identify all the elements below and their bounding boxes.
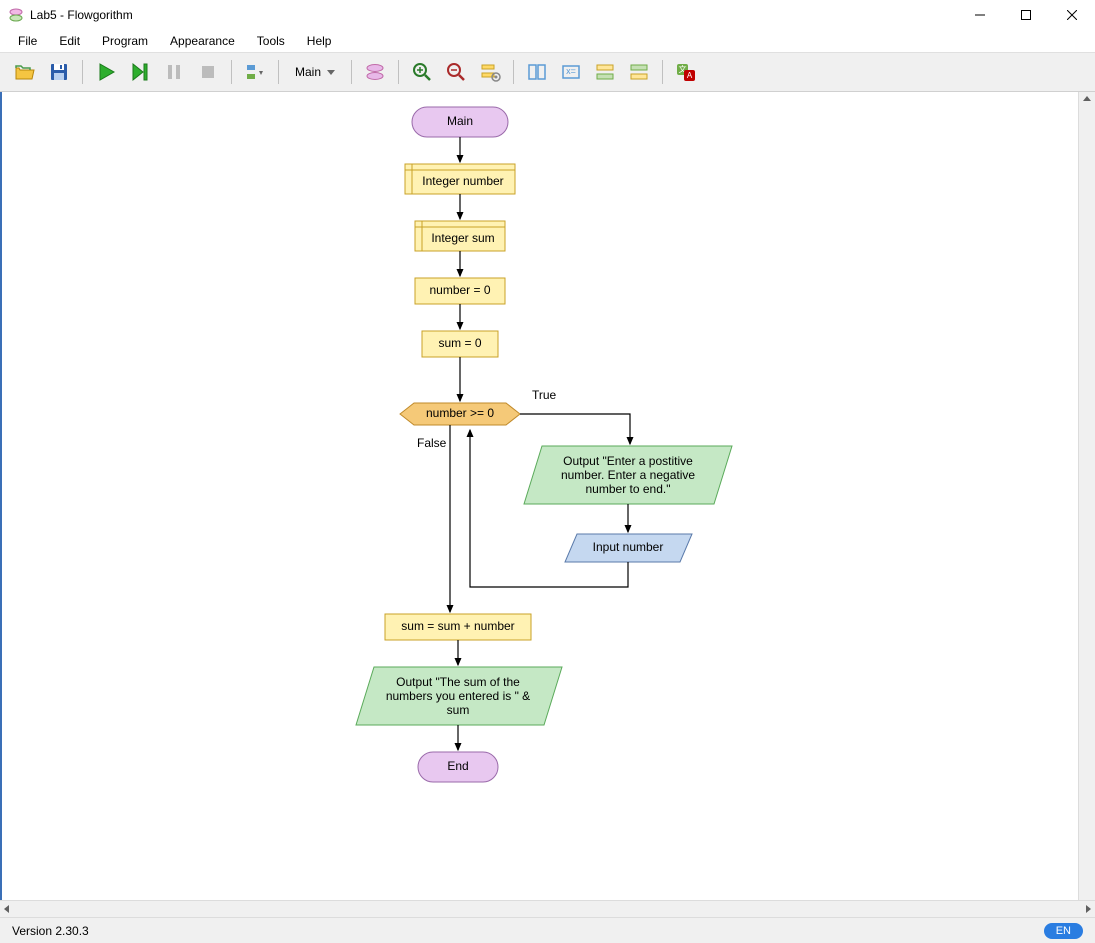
false-label: False: [417, 436, 447, 450]
tool-panel2-button[interactable]: [590, 57, 620, 87]
separator: [662, 60, 663, 84]
separator: [351, 60, 352, 84]
menu-program[interactable]: Program: [92, 32, 158, 50]
menu-edit[interactable]: Edit: [49, 32, 90, 50]
node-assign-sum2-label: sum = sum + number: [401, 619, 514, 633]
flowchart-svg: Main Integer number Integer sum number =…: [2, 92, 1062, 892]
layout-dropdown-button[interactable]: [240, 57, 270, 87]
svg-text:x=: x=: [566, 66, 576, 76]
close-button[interactable]: [1049, 0, 1095, 30]
run-button[interactable]: [91, 57, 121, 87]
tool-translate-button[interactable]: 文A: [671, 57, 701, 87]
vertical-scrollbar[interactable]: [1078, 92, 1095, 900]
scroll-up-icon: [1083, 96, 1091, 101]
separator: [398, 60, 399, 84]
node-start-label: Main: [447, 114, 473, 128]
scroll-right-icon: [1086, 905, 1091, 913]
add-function-button[interactable]: [360, 57, 390, 87]
menu-appearance[interactable]: Appearance: [160, 32, 245, 50]
node-assign-number-label: number = 0: [429, 283, 490, 297]
flowchart-canvas[interactable]: Main Integer number Integer sum number =…: [2, 92, 1078, 900]
window-controls: [957, 0, 1095, 30]
scroll-left-icon: [4, 905, 9, 913]
menu-file[interactable]: File: [8, 32, 47, 50]
menubar: File Edit Program Appearance Tools Help: [0, 30, 1095, 52]
node-output2-l2: numbers you entered is " &: [386, 689, 530, 703]
stop-button[interactable]: [193, 57, 223, 87]
zoom-in-button[interactable]: [407, 57, 437, 87]
edge-true: [520, 414, 630, 444]
node-output2-l3: sum: [447, 703, 470, 717]
step-button[interactable]: [125, 57, 155, 87]
tool-panel1-button[interactable]: [522, 57, 552, 87]
layout-settings-button[interactable]: [475, 57, 505, 87]
titlebar: Lab5 - Flowgorithm: [0, 0, 1095, 30]
dropdown-arrow-icon: [327, 70, 335, 75]
node-declare-sum-label: Integer sum: [431, 231, 494, 245]
function-selector-label: Main: [295, 65, 321, 79]
node-output1-l2: number. Enter a negative: [561, 468, 695, 482]
node-decision-label: number >= 0: [426, 406, 494, 420]
separator: [513, 60, 514, 84]
statusbar: Version 2.30.3 EN: [0, 917, 1095, 943]
window-title: Lab5 - Flowgorithm: [30, 8, 957, 22]
toolbar: Main x= 文A: [0, 52, 1095, 92]
menu-tools[interactable]: Tools: [247, 32, 295, 50]
save-button[interactable]: [44, 57, 74, 87]
svg-text:A: A: [687, 71, 693, 80]
tool-variable-button[interactable]: x=: [556, 57, 586, 87]
language-badge[interactable]: EN: [1044, 923, 1083, 939]
tool-panel3-button[interactable]: [624, 57, 654, 87]
app-icon: [8, 7, 24, 23]
node-output2-l1: Output "The sum of the: [396, 675, 520, 689]
node-output1-l3: number to end.": [586, 482, 671, 496]
menu-help[interactable]: Help: [297, 32, 342, 50]
separator: [278, 60, 279, 84]
pause-button[interactable]: [159, 57, 189, 87]
minimize-button[interactable]: [957, 0, 1003, 30]
version-label: Version 2.30.3: [12, 924, 89, 938]
node-assign-sum-label: sum = 0: [438, 336, 481, 350]
node-input-label: Input number: [593, 540, 664, 554]
separator: [82, 60, 83, 84]
node-declare-number-label: Integer number: [422, 174, 503, 188]
maximize-button[interactable]: [1003, 0, 1049, 30]
node-end-label: End: [447, 759, 468, 773]
true-label: True: [532, 388, 557, 402]
zoom-out-button[interactable]: [441, 57, 471, 87]
node-output1-l1: Output "Enter a postitive: [563, 454, 693, 468]
canvas-area: Main Integer number Integer sum number =…: [0, 92, 1095, 900]
horizontal-scrollbar[interactable]: [0, 900, 1095, 917]
open-button[interactable]: [10, 57, 40, 87]
separator: [231, 60, 232, 84]
function-selector[interactable]: Main: [287, 59, 343, 85]
